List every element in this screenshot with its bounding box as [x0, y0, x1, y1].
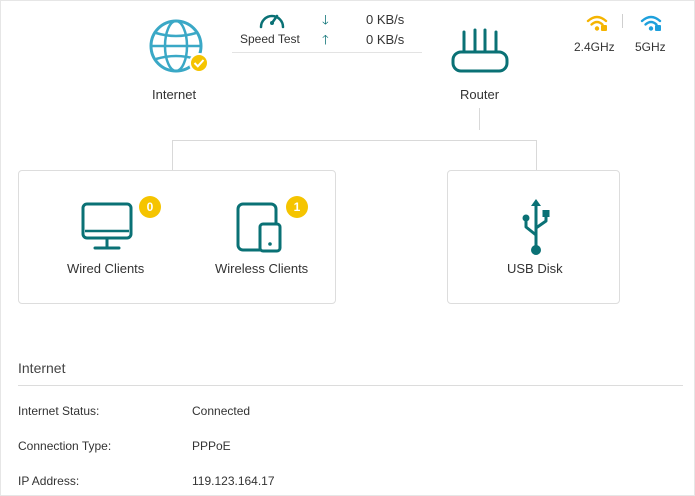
internet-status-label: Internet Status: — [18, 404, 100, 418]
tree-connector-horizontal — [172, 140, 537, 141]
wireless-clients-button[interactable] — [233, 201, 285, 258]
download-rate: 0 KB/s — [366, 12, 405, 27]
desktop-monitor-icon — [81, 202, 133, 250]
speed-divider — [232, 52, 422, 53]
router-label: Router — [460, 87, 500, 102]
wifi-5ghz-label: 5GHz — [635, 40, 666, 54]
wifi-5ghz-icon[interactable] — [640, 14, 662, 32]
tablet-phone-icon — [236, 202, 282, 253]
wireless-clients-count-badge: 1 — [286, 196, 308, 218]
usb-icon — [522, 199, 550, 255]
ip-address-label: IP Address: — [18, 474, 80, 488]
internet-node[interactable] — [148, 18, 210, 81]
wireless-clients-label: Wireless Clients — [215, 261, 309, 276]
tree-connector-right — [536, 140, 537, 170]
gauge-icon — [259, 14, 285, 29]
wired-clients-label: Wired Clients — [67, 261, 145, 276]
router-node[interactable] — [450, 28, 510, 81]
download-arrow-icon: 🡓 — [322, 12, 329, 27]
upload-arrow-icon: 🡑 — [322, 32, 329, 47]
router-connector — [479, 108, 480, 130]
connection-type-value: PPPoE — [192, 439, 231, 453]
wired-clients-button[interactable] — [79, 201, 135, 258]
internet-section-title: Internet — [18, 360, 66, 376]
usb-disk-label: USB Disk — [507, 261, 563, 276]
section-divider — [18, 385, 683, 386]
wifi-24ghz-icon[interactable] — [586, 14, 608, 32]
upload-rate: 0 KB/s — [366, 32, 405, 47]
tree-connector-left — [172, 140, 173, 170]
internet-label: Internet — [152, 87, 197, 102]
router-icon — [451, 28, 509, 73]
connection-type-label: Connection Type: — [18, 439, 112, 453]
usb-disk-icon-wrap — [520, 197, 552, 262]
clients-box: 0 Wired Clients 1 Wireless Clients — [18, 170, 336, 304]
ip-address-value: 119.123.164.17 — [192, 474, 275, 488]
usb-disk-box[interactable]: USB Disk — [447, 170, 620, 304]
internet-status-value: Connected — [192, 404, 251, 418]
speed-test-label: Speed Test — [240, 32, 300, 46]
wifi-separator — [622, 14, 623, 28]
globe-icon — [149, 19, 209, 73]
wired-clients-count-badge: 0 — [139, 196, 161, 218]
wifi-24ghz-label: 2.4GHz — [574, 40, 615, 54]
